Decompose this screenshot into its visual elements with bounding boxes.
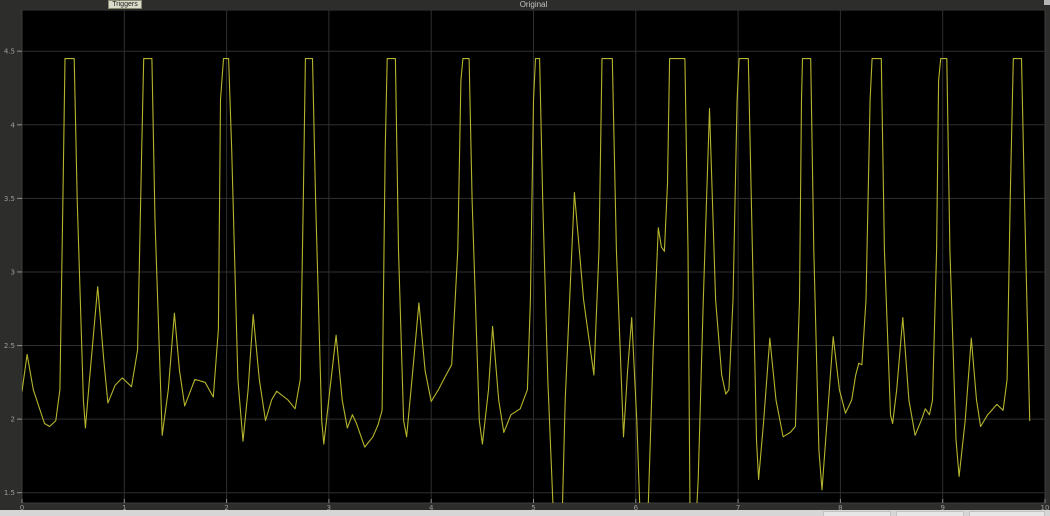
scope-plot-canvas[interactable]: 0123456789101.522.533.544.5 <box>0 0 1050 516</box>
bottom-button-3[interactable] <box>969 511 1045 516</box>
y-tick-label: 1.5 <box>4 489 15 497</box>
y-tick-label: 3 <box>11 268 15 276</box>
bottom-button-2[interactable] <box>896 511 964 516</box>
scope-toolbar: Original <box>0 0 1050 10</box>
y-tick-label: 4.5 <box>4 48 15 56</box>
y-tick-label: 3.5 <box>4 195 15 203</box>
bottom-strip <box>0 510 1050 516</box>
plot-title: Original <box>22 0 1045 10</box>
scope-window: 0123456789101.522.533.544.5 Original Tri… <box>0 0 1050 516</box>
scrollbar-corner <box>1044 0 1050 5</box>
triggers-button[interactable]: Triggers <box>108 0 142 9</box>
y-tick-label: 4 <box>11 121 16 129</box>
y-tick-label: 2.5 <box>4 342 15 350</box>
y-tick-label: 2 <box>11 416 15 424</box>
bottom-button-1[interactable] <box>823 511 891 516</box>
